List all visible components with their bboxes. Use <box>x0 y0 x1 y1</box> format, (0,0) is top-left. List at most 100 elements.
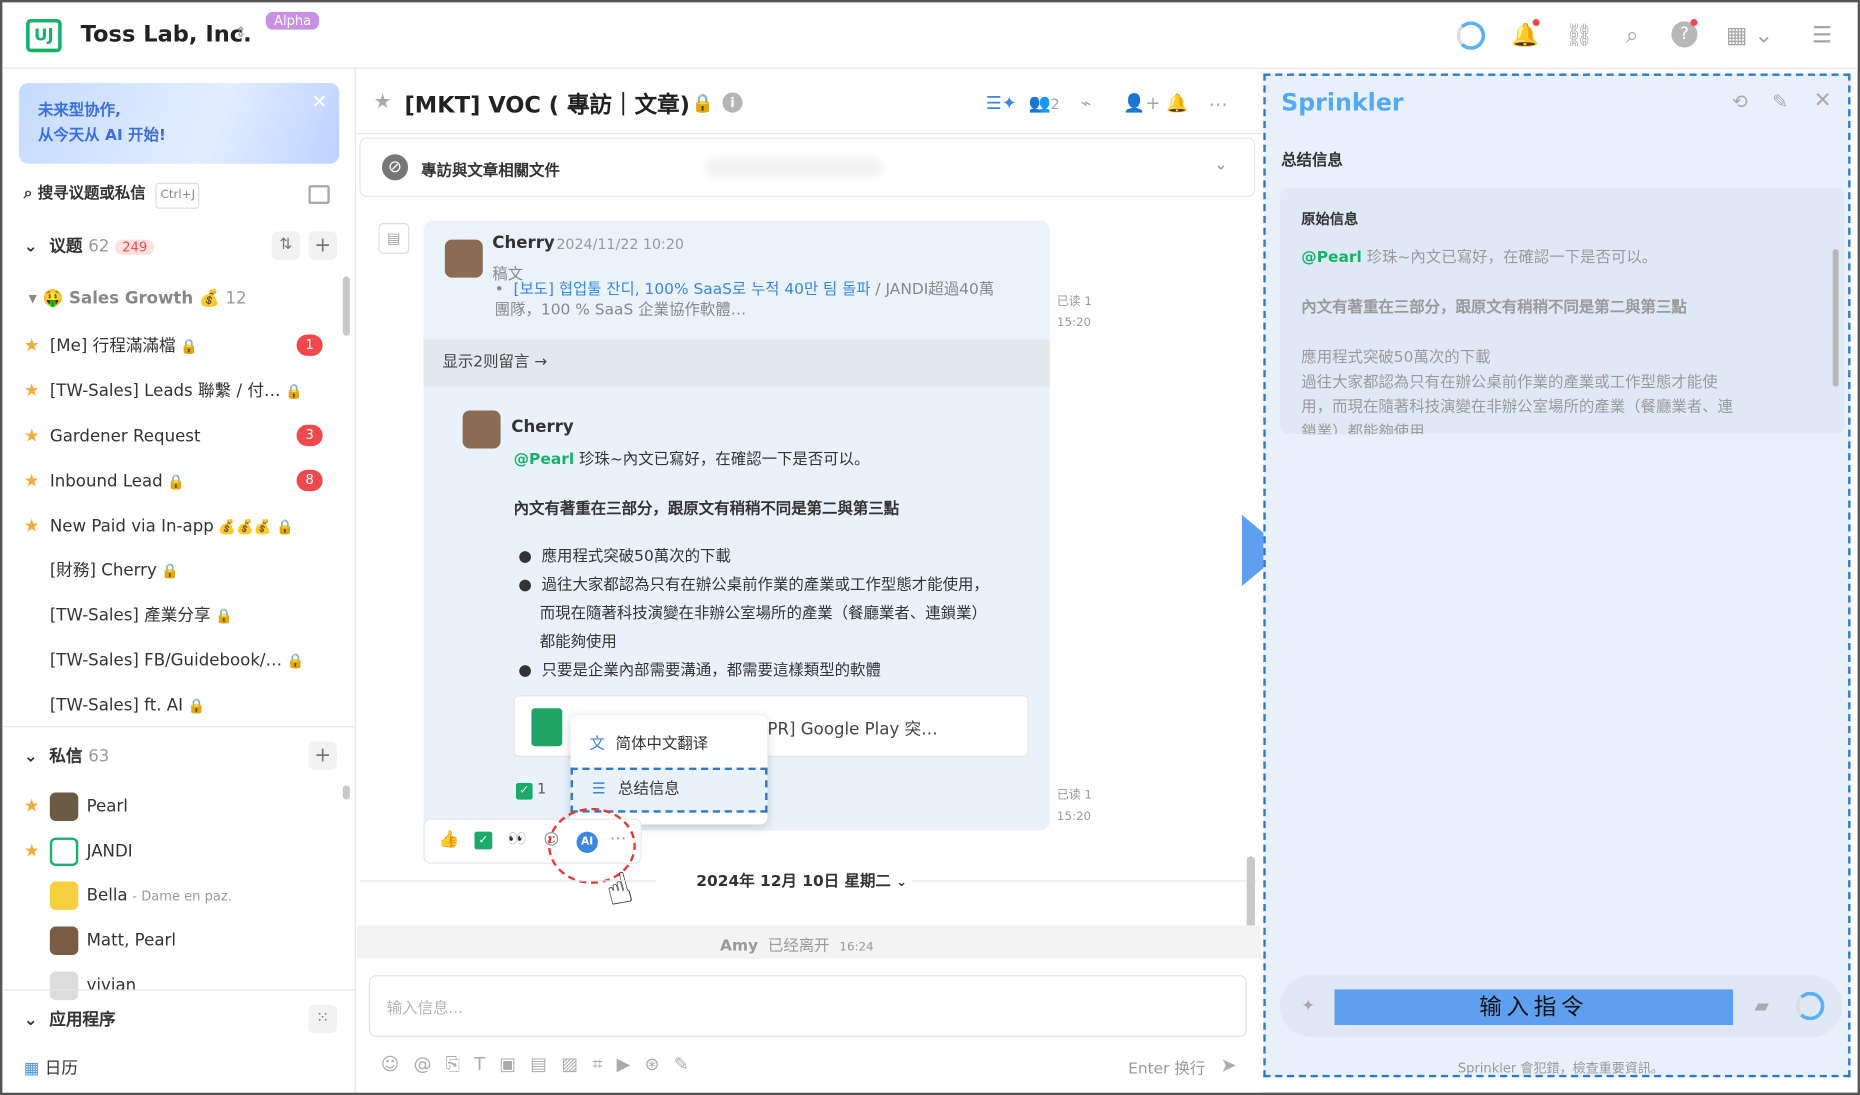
org-chart-icon[interactable]: ⛓ <box>1565 21 1594 49</box>
close-icon[interactable]: ✕ <box>1814 88 1832 113</box>
favorite-star-icon[interactable]: ★ <box>24 368 50 413</box>
screenshot-icon[interactable]: ⌗ <box>592 1053 616 1074</box>
image-icon[interactable]: ▨ <box>561 1053 592 1074</box>
avatar[interactable] <box>49 971 79 1001</box>
ai-promo-banner[interactable]: 未来型协作, 从今天从 AI 开始! ✕ <box>18 83 340 164</box>
sidebar-topic-item[interactable]: ★ [Me] 行程滿滿檔 🔒 1 <box>24 323 332 368</box>
close-banner-icon[interactable]: ✕ <box>311 90 327 113</box>
sidebar-dm-item[interactable]: Bella - Dame en paz. <box>24 873 332 918</box>
info-icon[interactable]: i <box>722 92 743 113</box>
read-receipt[interactable]: 已读 1 15:20 <box>1057 292 1092 335</box>
chevron-down-icon[interactable]: ⌄ <box>1214 155 1228 174</box>
command-input[interactable]: 输入指令 <box>1334 989 1734 1026</box>
favorite-star-icon[interactable]: ★ <box>24 783 50 828</box>
search-bar[interactable]: ⌕ 搜寻议题或私信 Ctrl+J <box>24 182 200 209</box>
send-icon[interactable]: ➤ <box>1221 1053 1237 1076</box>
avatar[interactable] <box>444 239 483 278</box>
sort-icon[interactable]: ⇅ <box>271 231 301 260</box>
favorite-star-icon[interactable]: ★ <box>24 503 50 548</box>
add-dm-button[interactable]: + <box>308 741 337 770</box>
message-input[interactable]: 输入信息... <box>368 975 1247 1037</box>
read-receipt[interactable]: 已读 1 15:20 <box>1057 785 1092 828</box>
menu-icon[interactable]: ☰ <box>1808 21 1836 49</box>
avatar[interactable] <box>462 410 501 449</box>
plug-icon[interactable]: ⌁ <box>1081 93 1092 114</box>
topics-section-header[interactable]: ⌄ 议题 62 249 <box>24 234 155 258</box>
notification-bell-icon[interactable]: 🔔 <box>1511 18 1540 49</box>
avatar[interactable] <box>49 837 79 867</box>
show-replies-button[interactable]: 显示2则留言 → <box>423 339 1050 387</box>
collapse-sidebar-icon[interactable] <box>308 185 330 205</box>
summarize-menu-item[interactable]: ☰ 总结信息 <box>570 767 768 813</box>
channel-title[interactable]: [MKT] VOC ( 專訪｜文章) <box>405 88 690 120</box>
avatar[interactable] <box>49 926 79 956</box>
sidebar-topic-item[interactable]: [財務] Cherry 🔒 <box>24 548 332 593</box>
user-name[interactable]: Amy <box>720 937 758 955</box>
edit-icon[interactable]: ✎ <box>674 1053 703 1074</box>
emoji-icon[interactable]: ☺ <box>381 1053 414 1074</box>
thread-icon[interactable]: ▤ <box>378 223 410 254</box>
favorite-star-icon[interactable]: ★ <box>24 413 50 458</box>
magic-wand-icon[interactable]: ✎ <box>1772 90 1788 113</box>
card-scrollbar[interactable] <box>1832 249 1839 387</box>
thumbs-up-icon[interactable]: 👍 <box>439 830 460 849</box>
mention-icon[interactable]: @ <box>414 1053 446 1074</box>
sidebar-topic-item[interactable]: ★ Gardener Request 3 <box>24 413 332 458</box>
video-icon[interactable]: ▶ <box>617 1053 645 1074</box>
avatar[interactable] <box>49 792 79 821</box>
file-icon[interactable]: ▤ <box>530 1053 561 1074</box>
translate-menu-item[interactable]: 文 简体中文翻译 <box>571 722 768 767</box>
bookmark-icon[interactable]: ▰ <box>1754 994 1769 1017</box>
text-format-icon[interactable]: T <box>474 1053 499 1074</box>
chat-scrollbar[interactable] <box>1246 856 1256 928</box>
members-icon[interactable]: 👥2 <box>1028 93 1059 114</box>
magic-icon[interactable]: ✦ <box>1301 997 1315 1016</box>
calendar-app[interactable]: ▦ 日历 <box>24 1056 78 1080</box>
apps-grid-icon[interactable]: ▦ ⌄ <box>1726 21 1776 49</box>
help-icon[interactable]: ? <box>1671 18 1698 48</box>
folder-sales-growth[interactable]: ▾ 🤑 Sales Growth 💰 12 <box>28 289 246 308</box>
connect-icon[interactable]: ⊛ <box>645 1053 674 1074</box>
sidebar-topic-item[interactable]: [TW-Sales] 產業分享 🔒 <box>24 593 332 638</box>
favorite-star-icon[interactable]: ★ <box>24 828 50 873</box>
link-text[interactable]: [보도] 협업툴 잔디, 100% SaaS로 누적 40만 팀 돌파 <box>514 281 871 299</box>
link-preview[interactable]: • [보도] 협업툴 잔디, 100% SaaS로 누적 40만 팀 돌파 / … <box>495 280 995 320</box>
sidebar-dm-item[interactable]: Matt, Pearl <box>24 918 332 963</box>
avatar[interactable] <box>49 881 79 910</box>
reply-author[interactable]: Cherry <box>511 418 573 437</box>
sprinkler-icon[interactable] <box>1795 991 1825 1021</box>
invite-member-icon[interactable]: 👤+ <box>1123 93 1160 114</box>
checkmark-icon[interactable]: ✓ <box>474 831 493 850</box>
date-divider[interactable]: 2024年 12月 10日 星期二 ⌄ <box>696 868 907 891</box>
add-topic-button[interactable]: + <box>308 231 337 260</box>
more-options-icon[interactable]: ⋯ <box>1209 93 1228 116</box>
author-name[interactable]: Cherry <box>492 234 554 253</box>
eyes-icon[interactable]: 👀 <box>508 830 527 848</box>
sidebar-dm-item[interactable]: vivian <box>24 963 332 1008</box>
attach-icon[interactable]: ⎘ <box>446 1053 474 1074</box>
sidebar-topic-item[interactable]: [TW-Sales] FB/Guidebook/… 🔒 <box>24 638 332 683</box>
sidebar-topic-item[interactable]: [TW-Sales] ft. AI 🔒 <box>24 683 332 728</box>
favorite-star-icon[interactable]: ★ <box>24 458 50 503</box>
apps-grid-icon[interactable]: ⁙ <box>308 1004 337 1034</box>
dm-section-header[interactable]: ⌄ 私信 63 <box>24 744 110 768</box>
org-switch-icon[interactable]: ⇕ <box>235 24 247 41</box>
sidebar-topic-item[interactable]: ★ Inbound Lead 🔒 8 <box>24 458 332 503</box>
apps-section-header[interactable]: ⌄ 应用程序 <box>24 1007 116 1031</box>
notification-settings-icon[interactable]: 🔔 <box>1166 93 1188 114</box>
jandi-logo-icon[interactable]: ᑌJ <box>26 18 62 53</box>
sidebar-topic-item[interactable]: ★ [TW-Sales] Leads 聯繫 / 付… 🔒 <box>24 368 332 413</box>
announcement-bar[interactable]: ⊘ 專訪與文章相關文件 ⌄ <box>359 137 1256 197</box>
org-name[interactable]: Toss Lab, Inc. <box>81 21 252 47</box>
check-reaction[interactable]: ✓ 1 <box>516 781 546 800</box>
sticker-icon[interactable]: ▣ <box>499 1053 530 1074</box>
favorite-star-icon[interactable]: ★ <box>24 323 50 368</box>
mention[interactable]: @Pearl <box>514 451 574 469</box>
search-icon[interactable]: ⌕ <box>1618 21 1646 49</box>
summary-list-icon[interactable]: ☰✦ <box>986 93 1017 114</box>
history-icon[interactable]: ⟲ <box>1732 90 1748 113</box>
dm-scrollbar[interactable] <box>342 785 350 800</box>
sidebar-scrollbar[interactable] <box>342 276 350 336</box>
sprinkler-icon[interactable] <box>1456 21 1486 50</box>
sidebar-dm-item[interactable]: ★ JANDI <box>24 828 332 873</box>
